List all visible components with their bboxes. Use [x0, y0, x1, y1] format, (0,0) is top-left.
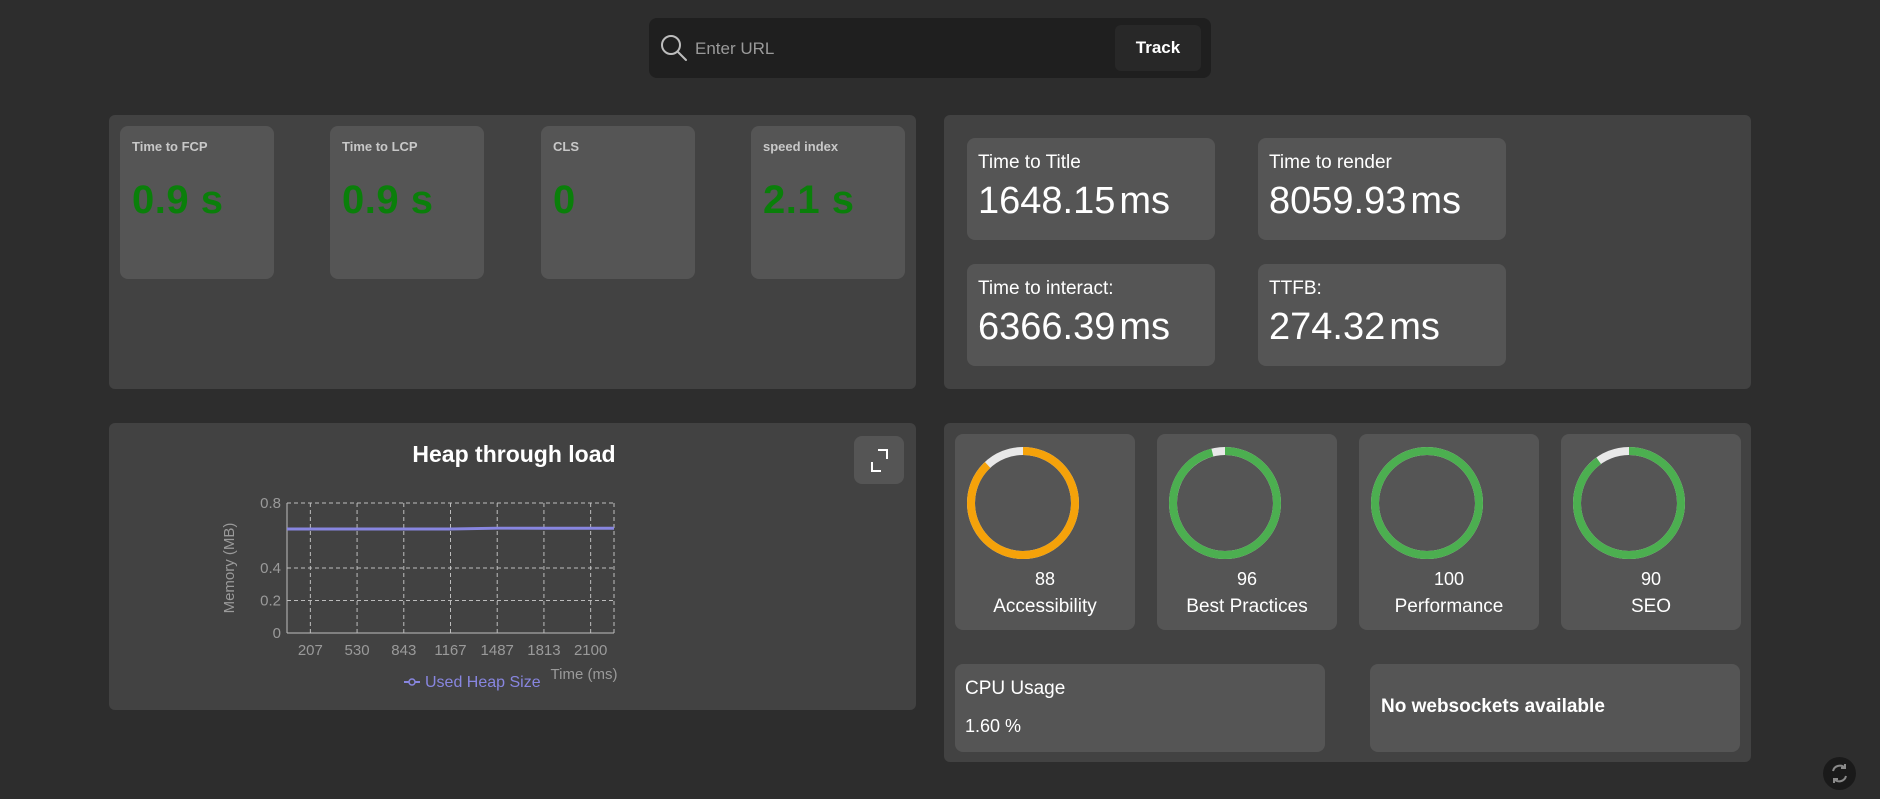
vital-value: 0.9 s	[342, 178, 434, 222]
heap-chart-panel: Heap through load 0 0.2 0.4 0.8 207 530 843 116…	[109, 423, 916, 710]
x-tick-label: 1167	[434, 642, 466, 659]
y-tick-label: 0.8	[260, 495, 281, 512]
score-gauge	[1169, 447, 1281, 559]
cpu-usage-card: CPU Usage 1.60 %	[955, 664, 1325, 752]
vital-card-speed-index: speed index 2.1 s	[751, 126, 905, 279]
vital-card-lcp: Time to LCP 0.9 s	[330, 126, 484, 279]
x-tick-label: 843	[391, 642, 416, 659]
legend-marker	[408, 678, 416, 686]
y-axis-title: Memory (MB)	[221, 523, 238, 614]
timing-label: Time to interact:	[978, 278, 1114, 299]
score-gauge	[1573, 447, 1685, 559]
legend-label: Used Heap Size	[425, 674, 541, 691]
chart-title: Heap through load	[412, 441, 616, 467]
vital-value: 0	[553, 178, 576, 222]
x-tick-label: 207	[298, 642, 323, 659]
score-label: Performance	[1394, 596, 1504, 617]
score-card-accessibility: 88 Accessibility	[955, 434, 1135, 630]
y-tick-label: 0.2	[260, 593, 281, 610]
score-gauge	[967, 447, 1079, 559]
refresh-button[interactable]	[1823, 757, 1856, 790]
timings-panel: Time to Title 1648.15 ms Time to render 8…	[944, 115, 1751, 389]
score-label: Accessibility	[993, 596, 1097, 617]
x-tick-label: 2100	[574, 642, 607, 659]
series-line	[287, 526, 614, 531]
heap-line-chart: 0 0.2 0.4 0.8 207 530 843 1167 1487 1813 2100 Memor…	[221, 495, 618, 691]
timing-value: 274.32 ms	[1269, 306, 1440, 348]
score-card-best-practices: 96 Best Practices	[1157, 434, 1337, 630]
web-vitals-panel: Time to FCP 0.9 s Time to LCP 0.9 s CLS …	[109, 115, 916, 389]
y-tick-label: 0.4	[260, 560, 281, 577]
score-value: 88	[1034, 569, 1056, 589]
x-tick-label: 530	[345, 642, 370, 659]
cpu-usage-label: CPU Usage	[965, 678, 1066, 699]
score-value: 90	[1640, 569, 1662, 589]
timing-value: 6366.39 ms	[978, 306, 1171, 348]
timing-label: Time to Title	[978, 152, 1081, 173]
expand-icon	[871, 449, 888, 472]
x-tick-label: 1487	[481, 642, 514, 659]
vital-value: 0.9 s	[132, 178, 224, 222]
track-button[interactable]: Track	[1115, 25, 1201, 71]
timing-card-ttfb: TTFB: 274.32 ms	[1258, 264, 1506, 366]
score-gauge	[1371, 447, 1483, 559]
score-value: 100	[1433, 569, 1465, 589]
timing-label: Time to render	[1269, 152, 1392, 173]
scores-panel: 88 Accessibility 96 Best Practices 100 P…	[944, 423, 1751, 762]
timing-value: 8059.93 ms	[1269, 180, 1462, 222]
websockets-message: No websockets available	[1381, 696, 1605, 717]
vital-label: speed index	[763, 139, 839, 154]
gauge-arc	[1169, 447, 1281, 559]
score-card-seo: 90 SEO	[1561, 434, 1741, 630]
score-label: SEO	[1630, 596, 1672, 617]
url-search-bar: Track	[649, 18, 1211, 78]
timing-card-render: Time to render 8059.93 ms	[1258, 138, 1506, 240]
cpu-usage-value: 1.60 %	[965, 716, 1022, 736]
vital-label: Time to LCP	[342, 139, 418, 154]
vital-value: 2.1 s	[763, 178, 855, 222]
gauge-arc	[1371, 447, 1483, 559]
timing-card-title: Time to Title 1648.15 ms	[967, 138, 1215, 240]
expand-chart-button[interactable]	[854, 436, 904, 484]
timing-value: 1648.15 ms	[978, 180, 1171, 222]
x-tick-label: 1813	[527, 642, 560, 659]
y-tick-label: 0	[273, 625, 281, 642]
vital-card-fcp: Time to FCP 0.9 s	[120, 126, 274, 279]
url-input[interactable]	[693, 34, 1117, 64]
score-label: Best Practices	[1186, 596, 1308, 617]
vital-label: CLS	[553, 139, 579, 154]
x-axis-title: Time (ms)	[551, 666, 618, 683]
search-icon	[661, 35, 687, 61]
gauge-arc	[1573, 447, 1685, 559]
vital-label: Time to FCP	[132, 139, 208, 154]
vital-card-cls: CLS 0	[541, 126, 695, 279]
timing-label: TTFB:	[1269, 278, 1322, 299]
score-value: 96	[1236, 569, 1258, 589]
websockets-card: No websockets available	[1370, 664, 1740, 752]
refresh-icon	[1832, 764, 1847, 783]
timing-card-interact: Time to interact: 6366.39 ms	[967, 264, 1215, 366]
score-card-performance: 100 Performance	[1359, 434, 1539, 630]
gauge-arc	[967, 447, 1079, 559]
